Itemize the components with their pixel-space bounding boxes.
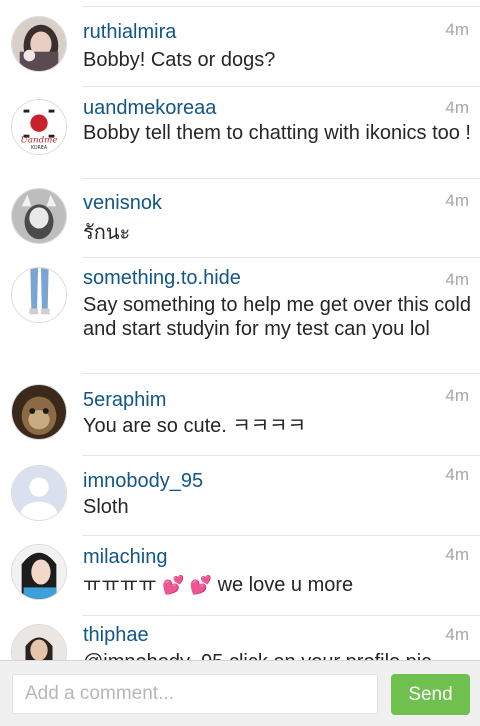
avatar-photo-image [12, 385, 66, 439]
comment-text: ㅠㅠㅠㅠ 💕 💕 we love u more [83, 573, 473, 597]
comment-row: Uandme KOREA uandmekoreaa 4m Bobby tell … [0, 87, 480, 179]
comment-text-prefix: ㅠㅠㅠㅠ [83, 574, 157, 596]
comment-username[interactable]: ruthialmira [83, 20, 176, 44]
comment-username[interactable]: 5eraphim [83, 388, 166, 412]
avatar[interactable] [11, 384, 67, 440]
comment-timestamp: 4m [445, 270, 469, 289]
avatar-photo-image [12, 545, 66, 599]
comment-timestamp: 4m [445, 20, 469, 39]
comment-timestamp: 4m [445, 386, 469, 405]
svg-text:Uandme: Uandme [21, 135, 58, 145]
comment-timestamp: 4m [445, 625, 469, 644]
comment-username[interactable]: uandmekoreaa [83, 96, 216, 120]
comment-composer: Send [0, 660, 480, 726]
avatar[interactable] [11, 188, 67, 244]
comment-username[interactable]: something.to.hide [83, 266, 241, 290]
avatar-logo-image: Uandme KOREA [12, 100, 66, 154]
comment-text: @imnobody_95 click on your profile pic [83, 650, 473, 660]
avatar[interactable] [11, 624, 67, 660]
comment-row: imnobody_95 4m Sloth [0, 456, 480, 536]
comment-row: something.to.hide 4m Say something to he… [0, 258, 480, 374]
comment-timestamp: 4m [445, 98, 469, 117]
comment-row: 5eraphim 4m You are so cute. ㅋㅋㅋㅋ [0, 374, 480, 456]
avatar[interactable] [11, 267, 67, 323]
two-hearts-icon: 💕 💕 [162, 575, 212, 595]
avatar-default-silhouette [12, 466, 66, 520]
comment-username[interactable]: thiphae [83, 623, 149, 647]
comment-text-suffix: we love u more [217, 574, 354, 596]
comment-row: venisnok 4m รักนะ [0, 179, 480, 258]
avatar-photo-image [12, 268, 66, 322]
comment-username[interactable]: milaching [83, 545, 167, 569]
comment-row: ruthialmira 4m Bobby! Cats or dogs? [0, 7, 480, 87]
comment-text: Bobby tell them to chatting with ikonics… [83, 122, 471, 144]
avatar-photo-image [12, 17, 66, 71]
comment-text: You are so cute. ㅋㅋㅋㅋ [83, 415, 306, 437]
comment-text: Sloth [83, 496, 129, 518]
comment-input[interactable] [12, 674, 378, 714]
comment-text: รักนะ [83, 222, 131, 244]
avatar-photo-image [12, 625, 66, 660]
comment-text: Say something to help me get over this c… [83, 294, 471, 340]
avatar[interactable] [11, 544, 67, 600]
comment-timestamp: 4m [445, 465, 469, 484]
avatar[interactable] [11, 465, 67, 521]
comment-row: milaching 4m ㅠㅠㅠㅠ 💕 💕 we love u more [0, 536, 480, 616]
comment-username[interactable]: imnobody_95 [83, 469, 203, 493]
comment-text: Bobby! Cats or dogs? [83, 49, 276, 71]
comment-row: thiphae 4m @imnobody_95 click on your pr… [0, 616, 480, 660]
comment-list[interactable]: ruthialmira 4m Bobby! Cats or dogs? Uand… [0, 0, 480, 660]
avatar-photo-image [12, 189, 66, 243]
comment-username[interactable]: venisnok [83, 191, 162, 215]
send-button[interactable]: Send [391, 674, 470, 715]
comment-timestamp: 4m [445, 545, 469, 564]
avatar[interactable] [11, 16, 67, 72]
avatar[interactable]: Uandme KOREA [11, 99, 67, 155]
comment-timestamp: 4m [445, 191, 469, 210]
svg-text:KOREA: KOREA [31, 145, 48, 151]
